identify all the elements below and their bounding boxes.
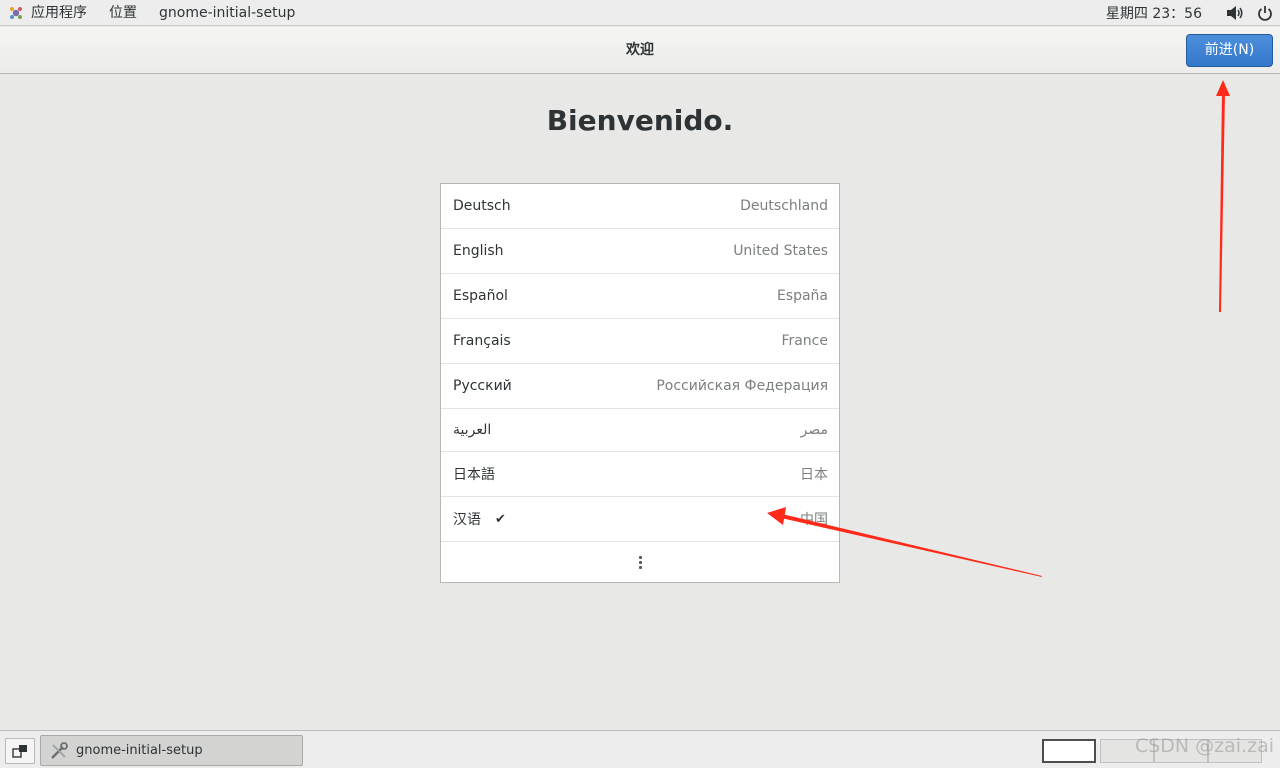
language-region: United States bbox=[733, 243, 828, 259]
language-row-arabic[interactable]: العربية مصر bbox=[441, 409, 839, 452]
language-row-chinese[interactable]: 汉语 ✔ 中国 bbox=[441, 497, 839, 542]
applications-menu-label: 应用程序 bbox=[31, 4, 87, 21]
language-list: Deutsch Deutschland English United State… bbox=[440, 183, 840, 583]
language-region: 中国 bbox=[800, 512, 828, 528]
language-region: Российская Федерация bbox=[656, 378, 828, 394]
language-name: Русский bbox=[453, 378, 512, 394]
language-name-with-check: 汉语 ✔ bbox=[453, 509, 506, 529]
language-row-francais[interactable]: Français France bbox=[441, 319, 839, 364]
taskbar-window-button[interactable]: gnome-initial-setup bbox=[40, 735, 303, 766]
checkmark-icon: ✔ bbox=[495, 511, 506, 527]
clock[interactable]: 星期四 23：56 bbox=[1106, 3, 1202, 23]
show-desktop-icon bbox=[12, 745, 27, 758]
language-region: 日本 bbox=[800, 467, 828, 483]
applications-menu[interactable]: 应用程序 bbox=[0, 0, 98, 26]
active-app-menu[interactable]: gnome-initial-setup bbox=[148, 0, 306, 26]
gnome-foot-icon bbox=[10, 6, 22, 19]
welcome-heading: Bienvenido. bbox=[546, 104, 734, 137]
language-name: Deutsch bbox=[453, 198, 511, 214]
bottom-panel: gnome-initial-setup CSDN @zai.zai bbox=[0, 730, 1280, 768]
language-region: France bbox=[781, 333, 828, 349]
setup-tools-icon bbox=[51, 741, 68, 759]
language-name: Español bbox=[453, 288, 508, 304]
more-languages-button[interactable] bbox=[441, 542, 839, 582]
language-row-deutsch[interactable]: Deutsch Deutschland bbox=[441, 184, 839, 229]
page-title: 欢迎 bbox=[626, 42, 654, 58]
language-region: España bbox=[776, 288, 828, 304]
language-name: English bbox=[453, 243, 504, 259]
language-region: مصر bbox=[800, 422, 828, 438]
language-name: 汉语 bbox=[453, 512, 481, 528]
taskbar-window-label: gnome-initial-setup bbox=[76, 743, 203, 758]
language-name: Français bbox=[453, 333, 511, 349]
header-bar: 欢迎 前进(N) bbox=[0, 27, 1280, 74]
workspace-1[interactable] bbox=[1042, 739, 1096, 763]
view-more-icon bbox=[638, 555, 642, 569]
show-desktop-button[interactable] bbox=[5, 738, 35, 764]
language-name: العربية bbox=[453, 422, 492, 438]
language-region: Deutschland bbox=[740, 198, 828, 214]
places-menu[interactable]: 位置 bbox=[98, 0, 148, 26]
language-row-english[interactable]: English United States bbox=[441, 229, 839, 274]
language-row-espanol[interactable]: Español España bbox=[441, 274, 839, 319]
volume-icon[interactable] bbox=[1220, 0, 1250, 26]
top-panel: 应用程序 位置 gnome-initial-setup 星期四 23：56 bbox=[0, 0, 1280, 26]
language-name: 日本語 bbox=[453, 467, 495, 483]
power-icon[interactable] bbox=[1250, 0, 1280, 26]
next-button[interactable]: 前进(N) bbox=[1186, 34, 1273, 67]
language-row-japanese[interactable]: 日本語 日本 bbox=[441, 452, 839, 497]
language-row-russian[interactable]: Русский Российская Федерация bbox=[441, 364, 839, 409]
watermark: CSDN @zai.zai bbox=[1134, 735, 1274, 757]
